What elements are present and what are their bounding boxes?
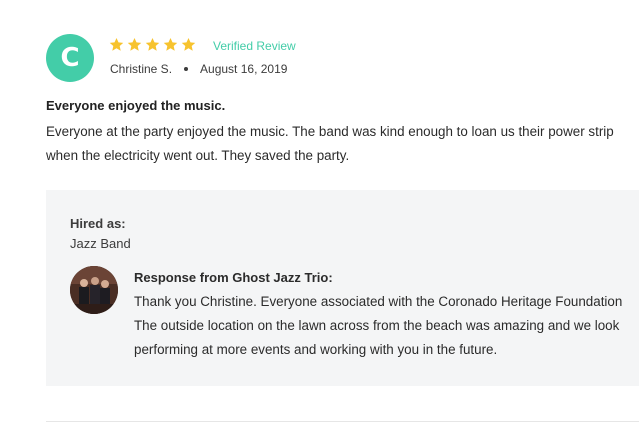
verified-review-label: Verified Review [213,39,296,53]
reviewer-avatar: C [46,34,94,82]
review-body-line: Everyone at the party enjoyed the music.… [46,124,614,139]
hired-as-value: Jazz Band [70,236,131,251]
response-body: Thank you Christine. Everyone associated… [134,290,639,362]
response-body-line: Thank you Christine. Everyone associated… [134,294,623,309]
divider [46,421,639,422]
vendor-response-box: Hired as: Jazz Band Response from Ghost … [46,190,639,386]
separator-dot-icon [184,67,189,71]
band-photo [70,266,118,314]
band-photo-icon [70,266,118,314]
star-rating [109,37,196,52]
review-card: C Verified Review Christine S. August 16… [0,0,639,426]
star-icon [181,37,196,51]
review-date: August 16, 2019 [200,62,288,76]
response-body-line: performing at more events and working wi… [134,342,498,357]
review-body-line: when the electricity went out. They save… [46,148,350,163]
avatar-initial: C [60,43,80,73]
hired-as-label: Hired as: [70,216,126,231]
review-title: Everyone enjoyed the music. [46,98,226,113]
star-icon [145,37,160,51]
review-meta: Christine S. August 16, 2019 [110,62,287,76]
star-icon [163,37,178,51]
star-icon [127,37,142,51]
star-icon [109,37,124,51]
response-body-line: The outside location on the lawn across … [134,318,620,333]
reviewer-name: Christine S. [110,62,173,76]
review-body: Everyone at the party enjoyed the music.… [46,120,639,168]
response-title: Response from Ghost Jazz Trio: [134,270,333,285]
